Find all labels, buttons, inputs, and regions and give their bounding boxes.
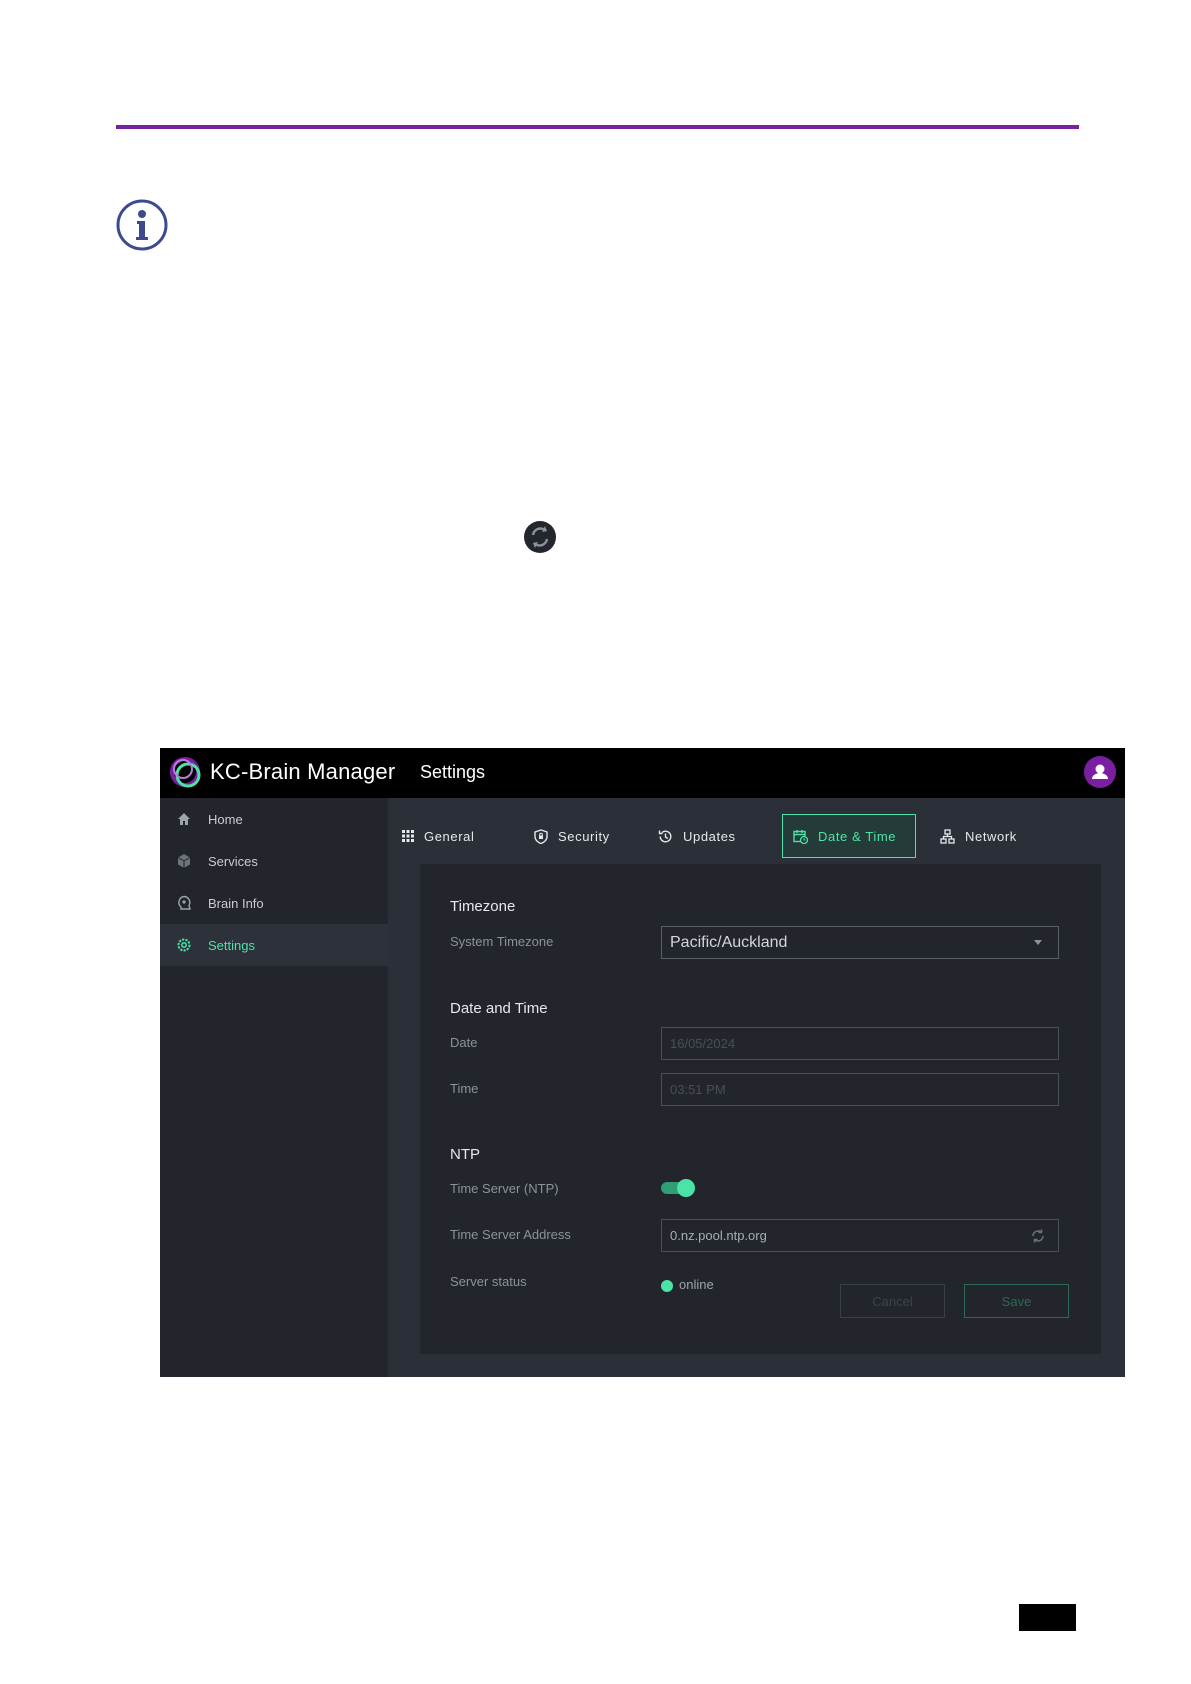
home-icon	[174, 809, 194, 829]
tab-label: Security	[558, 828, 610, 844]
sync-icon	[524, 521, 556, 553]
sidebar-item-label: Settings	[208, 937, 255, 953]
ntp-section-title: NTP	[450, 1146, 480, 1163]
sidebar-item-label: Services	[208, 853, 258, 869]
time-value: 03:51 PM	[670, 1082, 726, 1097]
page-number-block	[1019, 1604, 1076, 1631]
tab-label: General	[424, 828, 475, 844]
tab-label: Date & Time	[818, 828, 897, 844]
server-status-label: Server status	[450, 1274, 527, 1289]
grid-icon	[402, 830, 414, 842]
tab-date-time[interactable]: Date & Time	[782, 814, 916, 858]
network-icon	[940, 828, 955, 844]
cancel-button[interactable]: Cancel	[840, 1284, 945, 1318]
sidebar-item-label: Home	[208, 811, 243, 827]
toggle-knob	[677, 1179, 695, 1197]
refresh-icon[interactable]	[1030, 1228, 1046, 1244]
time-label: Time	[450, 1081, 479, 1096]
page-title: Settings	[420, 762, 486, 782]
caret-down-icon	[1034, 940, 1042, 945]
sidebar-item-home[interactable]: Home	[160, 798, 388, 840]
status-indicator	[661, 1280, 673, 1292]
timezone-section-title: Timezone	[450, 898, 516, 915]
sidebar-item-label: Brain Info	[208, 895, 264, 911]
time-server-address-value: 0.nz.pool.ntp.org	[670, 1228, 767, 1243]
brand-logo-icon	[170, 757, 201, 788]
info-icon	[116, 199, 168, 251]
sidebar-item-settings[interactable]: Settings	[160, 924, 388, 966]
calendar-clock-icon	[793, 829, 808, 844]
date-value: 16/05/2024	[670, 1036, 736, 1051]
app-screenshot: KC-Brain Manager Settings Home Services	[160, 748, 1125, 1377]
tab-label: Updates	[683, 828, 736, 844]
date-field[interactable]: 16/05/2024	[661, 1027, 1059, 1060]
tab-security[interactable]: Security	[534, 814, 610, 858]
ntp-toggle-label: Time Server (NTP)	[450, 1181, 559, 1196]
sidebar-item-brain-info[interactable]: Brain Info	[160, 882, 388, 924]
user-icon	[1092, 764, 1108, 779]
system-timezone-select[interactable]: Pacific/Auckland	[661, 926, 1059, 959]
date-time-panel: Timezone System Timezone Pacific/Aucklan…	[420, 864, 1101, 1354]
shield-icon	[534, 828, 548, 844]
save-button[interactable]: Save	[964, 1284, 1069, 1318]
sidebar: Home Services Brain Info Settings	[160, 798, 388, 1377]
date-time-section-title: Date and Time	[450, 1000, 548, 1017]
ntp-toggle[interactable]	[661, 1179, 695, 1197]
user-avatar[interactable]	[1084, 756, 1116, 788]
tab-network[interactable]: Network	[940, 814, 1017, 858]
sidebar-item-services[interactable]: Services	[160, 840, 388, 882]
tab-updates[interactable]: Updates	[658, 814, 736, 858]
time-server-address-label: Time Server Address	[450, 1227, 571, 1242]
app-title: KC-Brain Manager	[210, 759, 396, 784]
brain-icon	[174, 893, 194, 913]
time-field[interactable]: 03:51 PM	[661, 1073, 1059, 1106]
gear-icon	[174, 935, 194, 955]
tab-label: Network	[965, 828, 1017, 844]
system-timezone-value: Pacific/Auckland	[670, 933, 788, 951]
time-server-address-field[interactable]: 0.nz.pool.ntp.org	[661, 1219, 1059, 1252]
cube-icon	[174, 851, 194, 871]
date-label: Date	[450, 1035, 478, 1050]
header-rule	[116, 125, 1079, 129]
tab-general[interactable]: General	[402, 814, 474, 858]
server-status-value: online	[679, 1277, 714, 1292]
update-icon	[658, 830, 672, 842]
top-bar: KC-Brain Manager Settings	[160, 748, 1125, 798]
system-timezone-label: System Timezone	[450, 934, 554, 949]
